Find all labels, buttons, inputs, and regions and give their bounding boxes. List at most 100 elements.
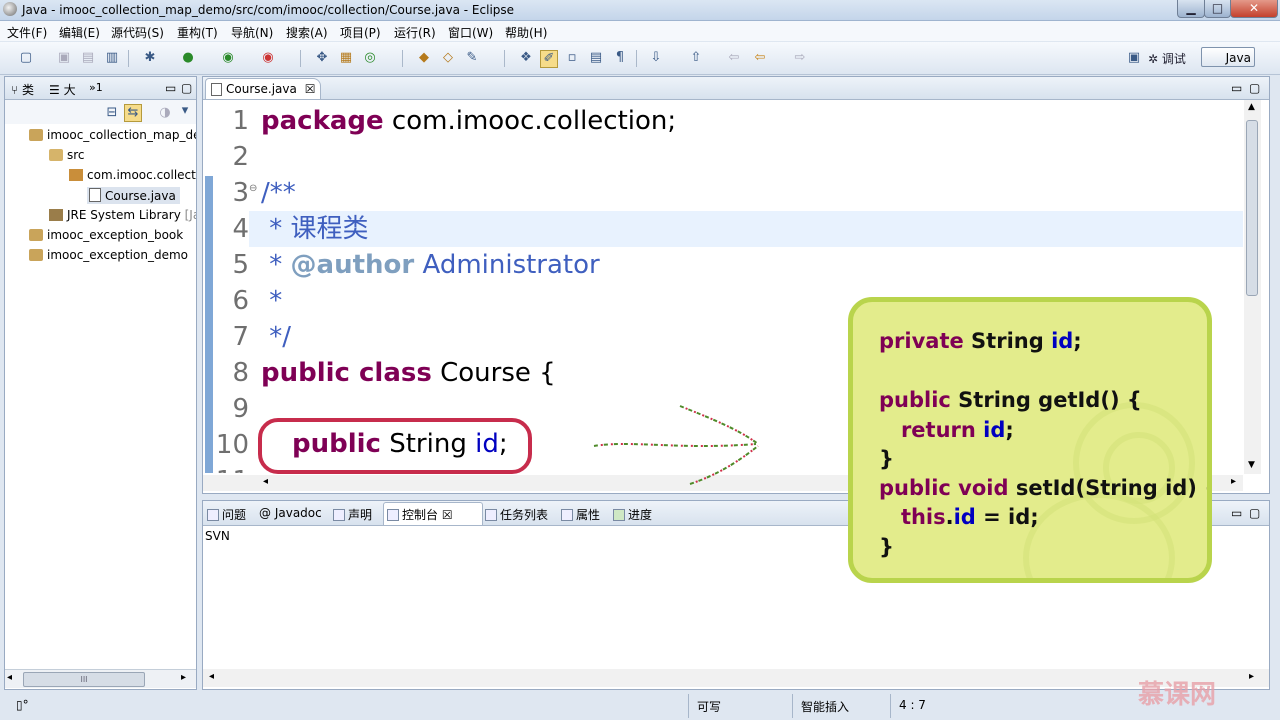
- tab-tasks[interactable]: 任务列表: [485, 506, 548, 523]
- tree-item-course-java[interactable]: Course.java: [87, 187, 180, 204]
- print-icon[interactable]: ▥: [104, 50, 120, 66]
- maximize-view-icon[interactable]: ▢: [1249, 506, 1260, 520]
- forward-icon[interactable]: ⇨: [792, 50, 808, 66]
- tree-item-src[interactable]: src: [49, 148, 85, 162]
- menu-edit[interactable]: 编辑(E): [59, 24, 100, 41]
- code-line[interactable]: * 课程类: [261, 211, 368, 247]
- tree-item-jre-library[interactable]: JRE System Library [Ja: [49, 208, 196, 222]
- fast-view-icon[interactable]: ▯°: [16, 698, 29, 712]
- last-edit-icon[interactable]: ⇦: [726, 50, 742, 66]
- word-wrap-icon[interactable]: ▤: [588, 50, 604, 66]
- comment-text: */: [261, 322, 292, 352]
- new-package-icon[interactable]: ▦: [338, 50, 354, 66]
- view-menu-icon[interactable]: ▾: [177, 103, 193, 119]
- menu-help[interactable]: 帮助(H): [505, 24, 547, 41]
- tree-item-package[interactable]: com.imooc.collecti: [69, 168, 196, 182]
- close-button[interactable]: ✕: [1230, 0, 1278, 18]
- tree-item-project[interactable]: imooc_exception_book: [29, 228, 183, 242]
- scroll-left-icon[interactable]: ◂: [7, 672, 12, 683]
- menu-navigate[interactable]: 导航(N): [231, 24, 273, 41]
- code-line[interactable]: */: [261, 319, 291, 355]
- minimize-view-icon[interactable]: ▭: [1231, 81, 1242, 95]
- previous-annotation-icon[interactable]: ⇧: [688, 50, 704, 66]
- menu-search[interactable]: 搜索(A): [286, 24, 328, 41]
- external-tools-icon[interactable]: ◉: [260, 50, 276, 66]
- highlighted-code: public String id;: [292, 429, 508, 459]
- tab-progress[interactable]: 进度: [613, 506, 652, 523]
- tab-overflow[interactable]: »1: [89, 81, 103, 94]
- scroll-left-icon[interactable]: ◂: [209, 671, 214, 682]
- callout-code-line: }: [879, 444, 894, 474]
- tab-outline[interactable]: ☰ 大: [49, 81, 76, 98]
- maximize-button[interactable]: □: [1204, 0, 1231, 18]
- tab-javadoc[interactable]: @ Javadoc: [259, 506, 322, 520]
- tab-type-hierarchy[interactable]: ⑂ 类: [11, 81, 34, 98]
- scroll-thumb[interactable]: III: [23, 672, 145, 687]
- save-icon[interactable]: ▣: [56, 50, 72, 66]
- open-type-icon[interactable]: ◆: [416, 50, 432, 66]
- run-icon[interactable]: ●: [180, 50, 196, 66]
- console-horizontal-scrollbar[interactable]: ◂ ▸: [203, 669, 1269, 687]
- minimize-view-icon[interactable]: ▭: [165, 81, 176, 95]
- scroll-thumb[interactable]: [1246, 120, 1258, 296]
- coverage-icon[interactable]: ◉: [220, 50, 236, 66]
- tab-console[interactable]: 控制台 ☒: [387, 506, 453, 523]
- new-icon[interactable]: ▢: [18, 50, 34, 66]
- tab-properties[interactable]: 属性: [561, 506, 600, 523]
- next-annotation-icon[interactable]: ⇩: [648, 50, 664, 66]
- tree-item-project[interactable]: imooc_exception_demo: [29, 248, 188, 262]
- maximize-view-icon[interactable]: ▢: [181, 81, 192, 95]
- tree-item-project[interactable]: imooc_collection_map_de: [29, 128, 196, 142]
- show-whitespace-icon[interactable]: ¶: [612, 50, 628, 66]
- menu-refactor[interactable]: 重构(T): [177, 24, 218, 41]
- toggle-breadcrumb-icon[interactable]: ❖: [518, 50, 534, 66]
- menu-project[interactable]: 项目(P): [340, 24, 381, 41]
- editor-vertical-scrollbar[interactable]: ▲ ▼: [1244, 100, 1261, 474]
- back-icon[interactable]: ⇦: [752, 50, 768, 66]
- menu-run[interactable]: 运行(R): [394, 24, 436, 41]
- minimize-view-icon[interactable]: ▭: [1231, 506, 1242, 520]
- code-line[interactable]: /**: [261, 175, 296, 211]
- close-tab-icon[interactable]: ☒: [305, 82, 316, 96]
- new-java-project-icon[interactable]: ✥: [314, 50, 330, 66]
- code-line[interactable]: public class Course {: [261, 355, 556, 391]
- link-with-editor-icon[interactable]: ⇆: [124, 104, 142, 122]
- tab-problems[interactable]: 问题: [207, 506, 246, 523]
- scroll-right-icon[interactable]: ▸: [1231, 476, 1236, 487]
- mark-occurrences-icon[interactable]: ✐: [540, 50, 558, 68]
- debug-perspective-button[interactable]: ✲ 调试: [1148, 50, 1186, 67]
- menu-window[interactable]: 窗口(W): [448, 24, 493, 41]
- open-resource-icon[interactable]: ◇: [440, 50, 456, 66]
- collapse-all-icon[interactable]: ⊟: [104, 105, 120, 121]
- line-number: 8: [232, 358, 249, 388]
- scroll-down-icon[interactable]: ▼: [1248, 460, 1255, 470]
- focus-icon[interactable]: ◑: [157, 105, 173, 121]
- scroll-left-icon[interactable]: ◂: [263, 476, 268, 487]
- scroll-up-icon[interactable]: ▲: [1248, 102, 1255, 112]
- block-selection-icon[interactable]: ▫: [564, 50, 580, 66]
- scroll-right-icon[interactable]: ▸: [181, 672, 186, 683]
- progress-icon: [613, 509, 625, 521]
- scroll-right-icon[interactable]: ▸: [1249, 671, 1254, 682]
- close-tab-icon[interactable]: ☒: [442, 508, 453, 522]
- code-line[interactable]: * @author Administrator: [261, 247, 599, 283]
- new-class-icon[interactable]: ◎: [362, 50, 378, 66]
- code-line[interactable]: *: [261, 283, 282, 319]
- search-icon[interactable]: ✎: [464, 50, 480, 66]
- minimize-button[interactable]: ▁: [1177, 0, 1205, 18]
- menu-file[interactable]: 文件(F): [7, 24, 47, 41]
- maximize-view-icon[interactable]: ▢: [1249, 81, 1260, 95]
- fold-toggle-icon[interactable]: ⊖: [249, 183, 257, 194]
- debug-perspective-label: 调试: [1161, 52, 1186, 66]
- tab-course-java[interactable]: Course.java ☒: [205, 78, 321, 99]
- debug-icon[interactable]: ✱: [142, 50, 158, 66]
- eclipse-app-icon[interactable]: [3, 2, 17, 16]
- menu-source[interactable]: 源代码(S): [111, 24, 164, 41]
- left-horizontal-scrollbar[interactable]: ◂ III ▸: [5, 669, 196, 688]
- save-all-icon[interactable]: ▤: [80, 50, 96, 66]
- status-separator: [688, 694, 689, 718]
- open-perspective-icon[interactable]: ▣: [1126, 50, 1142, 66]
- tab-declaration[interactable]: 声明: [333, 506, 372, 523]
- java-perspective-button[interactable]: Java: [1201, 47, 1255, 67]
- code-line[interactable]: package com.imooc.collection;: [261, 103, 676, 139]
